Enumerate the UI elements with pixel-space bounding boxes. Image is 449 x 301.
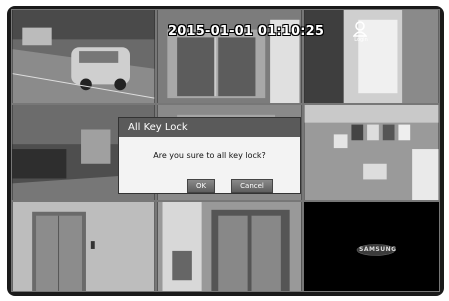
user-icon [353, 21, 367, 37]
timestamp: 2015-01-01 01:10:25 [168, 24, 325, 39]
camera-feed-elevator [12, 202, 155, 291]
camera-feed-corridor [304, 10, 439, 103]
dialog-title: All Key Lock [119, 118, 300, 137]
camera-tile-8[interactable] [156, 201, 303, 292]
camera-feed-outdoor-parking [304, 105, 439, 200]
camera-feed-parking-garage [12, 10, 155, 103]
all-key-lock-dialog: All Key Lock Are you sure to all key loc… [118, 117, 301, 194]
dialog-message: Are you sure to all key lock? [153, 151, 266, 160]
camera-tile-6[interactable] [303, 104, 440, 201]
samsung-logo-text: SAMSUNG [359, 246, 397, 253]
ok-button[interactable]: OK [187, 179, 215, 193]
camera-tile-1[interactable] [11, 9, 156, 104]
camera-tile-7[interactable] [11, 201, 156, 292]
cancel-button[interactable]: Cancel [231, 179, 273, 193]
login-label: Login [354, 37, 368, 43]
camera-feed-entrance [157, 202, 302, 291]
